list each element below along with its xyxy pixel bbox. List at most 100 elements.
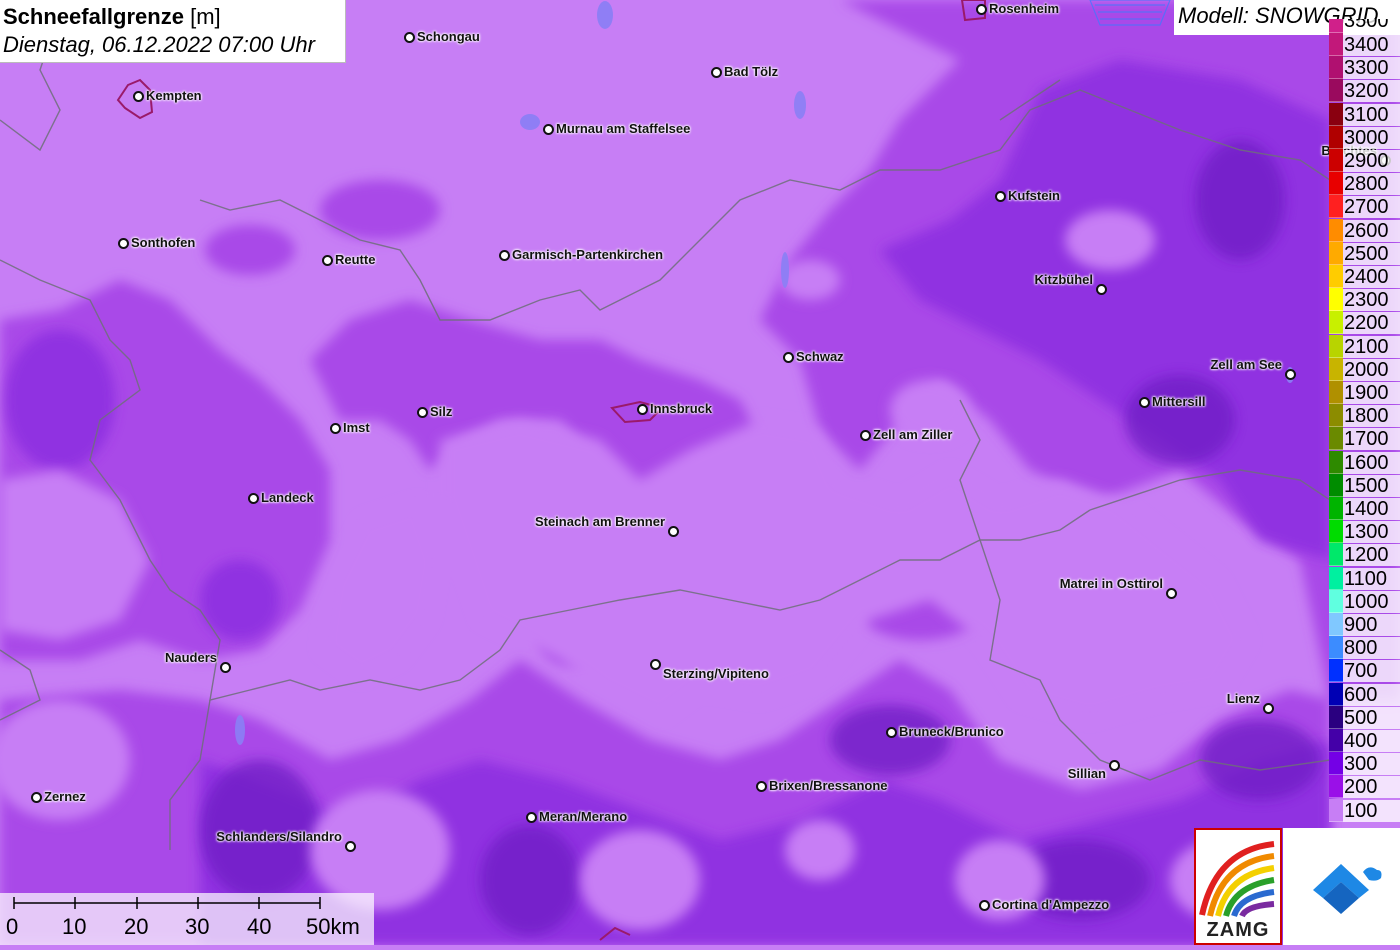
legend-label: 2000 — [1343, 358, 1400, 381]
scale-tick-label: 50km — [306, 914, 360, 939]
legend-row: 1600 — [1329, 450, 1400, 474]
snowline-map[interactable] — [0, 0, 1400, 945]
city-dot — [329, 422, 341, 434]
legend-row: 2600 — [1329, 218, 1400, 242]
legend-row: 1800 — [1329, 404, 1400, 428]
city-label-imst[interactable]: Imst — [343, 420, 370, 435]
legend-swatch — [1329, 311, 1343, 335]
city-dot — [416, 406, 428, 418]
legend-label: 2100 — [1343, 335, 1400, 358]
city-dot — [782, 351, 794, 363]
zamg-logo[interactable]: ZAMG — [1194, 828, 1282, 945]
legend-swatch — [1329, 404, 1343, 428]
city-label-zell-am-see[interactable]: Zell am See — [1210, 357, 1282, 372]
legend-label: 2200 — [1343, 312, 1400, 335]
city-label-kufstein[interactable]: Kufstein — [1008, 188, 1060, 203]
legend-row: 1000 — [1329, 589, 1400, 613]
city-dot — [525, 811, 537, 823]
city-label-kempten[interactable]: Kempten — [146, 88, 202, 103]
city-label-nauders[interactable]: Nauders — [165, 650, 217, 665]
cloud-app-logo[interactable] — [1283, 828, 1400, 945]
legend-swatch — [1329, 149, 1343, 172]
legend-swatch — [1329, 659, 1343, 683]
legend-label: 1900 — [1343, 382, 1400, 404]
scale-tick-label: 10 — [62, 914, 87, 939]
legend-label: 600 — [1343, 683, 1400, 706]
city-dot — [321, 254, 333, 266]
city-label-schlanders[interactable]: Schlanders/Silandro — [216, 829, 342, 844]
legend-row: 1300 — [1329, 520, 1400, 544]
city-label-bad-toelz[interactable]: Bad Tölz — [724, 64, 778, 79]
legend-label: 800 — [1343, 637, 1400, 660]
legend-swatch — [1329, 729, 1343, 752]
legend-swatch — [1329, 450, 1343, 474]
city-label-brixen[interactable]: Brixen/Bressanone — [769, 778, 888, 793]
legend-label: 200 — [1343, 776, 1400, 799]
city-label-murnau[interactable]: Murnau am Staffelsee — [556, 121, 690, 136]
city-label-steinach[interactable]: Steinach am Brenner — [535, 514, 665, 529]
city-label-kitzbuehel[interactable]: Kitzbühel — [1035, 272, 1094, 287]
city-label-sonthofen[interactable]: Sonthofen — [131, 235, 195, 250]
legend-swatch — [1329, 752, 1343, 776]
city-label-zell-am-ziller[interactable]: Zell am Ziller — [873, 427, 952, 442]
city-label-meran[interactable]: Meran/Merano — [539, 809, 627, 824]
city-label-bruneck[interactable]: Bruneck/Brunico — [899, 724, 1004, 739]
city-label-sterzing[interactable]: Sterzing/Vipiteno — [663, 666, 769, 681]
legend-swatch — [1329, 241, 1343, 265]
legend-swatch — [1329, 357, 1343, 381]
city-dot — [1095, 283, 1107, 295]
legend-swatch — [1329, 172, 1343, 196]
legend-label: 1100 — [1343, 567, 1400, 590]
legend-label: 3400 — [1343, 34, 1400, 56]
city-label-silz[interactable]: Silz — [430, 404, 452, 419]
city-dot — [1165, 587, 1177, 599]
city-dot — [1108, 759, 1120, 771]
city-dot — [219, 661, 231, 673]
city-dot — [710, 66, 722, 78]
legend-swatch — [1329, 473, 1343, 497]
city-label-landeck[interactable]: Landeck — [261, 490, 314, 505]
legend-swatch — [1329, 705, 1343, 729]
city-label-sillian[interactable]: Sillian — [1068, 766, 1106, 781]
scale-tick-label: 40 — [247, 914, 272, 939]
legend-label: 3100 — [1343, 103, 1400, 126]
legend-swatch — [1329, 427, 1343, 451]
scale-tick-label: 30 — [185, 914, 210, 939]
legend-label: 3300 — [1343, 57, 1400, 80]
legend-row: 100 — [1329, 798, 1400, 822]
city-label-mittersill[interactable]: Mittersill — [1152, 394, 1205, 409]
legend-row: 2300 — [1329, 288, 1400, 312]
legend-row: 700 — [1329, 659, 1400, 683]
legend-label: 1500 — [1343, 474, 1400, 497]
legend-row: 1100 — [1329, 566, 1400, 590]
city-label-cortina[interactable]: Cortina d'Ampezzo — [992, 897, 1109, 912]
color-legend: 3500 3400 3300 3200 3100 3000 2900 2800 2700 260… — [1329, 19, 1400, 831]
legend-label: 100 — [1343, 799, 1400, 822]
legend-row-top: 3500 — [1329, 19, 1400, 33]
city-label-zernez[interactable]: Zernez — [44, 789, 86, 804]
city-label-reutte[interactable]: Reutte — [335, 252, 375, 267]
legend-swatch — [1329, 543, 1343, 567]
city-label-garmisch[interactable]: Garmisch-Partenkirchen — [512, 247, 663, 262]
legend-row: 2000 — [1329, 357, 1400, 381]
scale-bar: 0 10 20 30 40 50km — [0, 893, 374, 945]
city-dot — [542, 123, 554, 135]
city-label-schwaz[interactable]: Schwaz — [796, 349, 844, 364]
city-label-schongau[interactable]: Schongau — [417, 29, 480, 44]
legend-swatch — [1329, 288, 1343, 312]
legend-swatch — [1329, 56, 1343, 80]
legend-row: 1400 — [1329, 497, 1400, 520]
legend-row: 3200 — [1329, 79, 1400, 103]
legend-row: 800 — [1329, 636, 1400, 660]
city-dot — [1138, 396, 1150, 408]
city-label-innsbruck[interactable]: Innsbruck — [650, 401, 712, 416]
city-label-rosenheim[interactable]: Rosenheim — [989, 1, 1059, 16]
city-label-matrei[interactable]: Matrei in Osttirol — [1060, 576, 1163, 591]
legend-row: 2200 — [1329, 311, 1400, 335]
city-dot — [975, 3, 987, 15]
city-dot — [247, 492, 259, 504]
legend-swatch — [1329, 381, 1343, 404]
city-label-lienz[interactable]: Lienz — [1227, 691, 1260, 706]
legend-swatch — [1329, 798, 1343, 822]
legend-swatch — [1329, 79, 1343, 103]
